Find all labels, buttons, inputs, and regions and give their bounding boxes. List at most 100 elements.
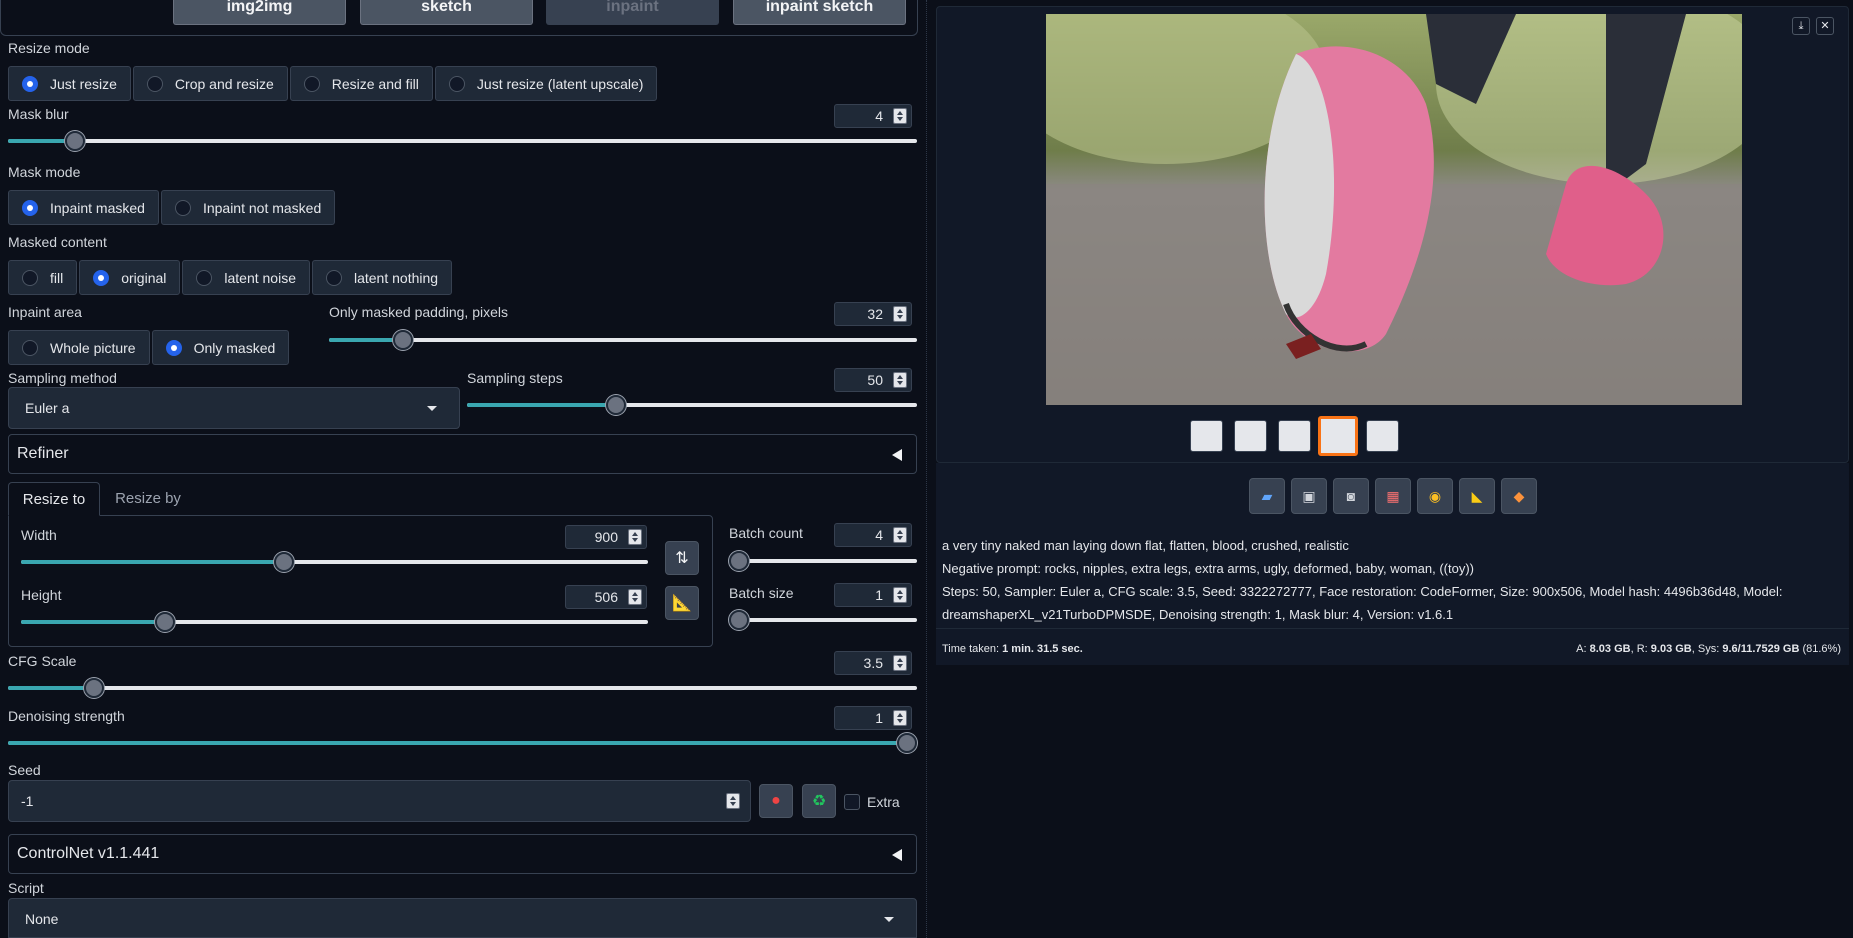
extra-checkbox[interactable] <box>844 794 860 810</box>
stepper-icon[interactable] <box>893 372 907 388</box>
open-folder-button[interactable]: ▰ <box>1249 478 1285 514</box>
zip-button[interactable]: ◙ <box>1333 478 1369 514</box>
stepper-icon[interactable] <box>628 529 642 545</box>
stepper-icon[interactable] <box>893 587 907 603</box>
save-button[interactable]: ▣ <box>1291 478 1327 514</box>
controlnet-accordion[interactable]: ControlNet v1.1.441 <box>8 834 917 874</box>
gallery-thumbnail-3[interactable] <box>1278 420 1311 452</box>
radio-latent-nothing[interactable]: latent nothing <box>311 260 453 295</box>
slider-thumb[interactable] <box>65 131 86 151</box>
refiner-accordion[interactable]: Refiner <box>8 434 917 474</box>
radio-fill[interactable]: fill <box>8 260 78 295</box>
stepper-icon[interactable] <box>893 108 907 124</box>
masked-content-label: Masked content <box>8 234 107 250</box>
inpaint-area-label: Inpaint area <box>8 304 82 320</box>
radio-whole-picture[interactable]: Whole picture <box>8 330 150 365</box>
batch-size-number[interactable]: 1 <box>834 583 912 607</box>
slider-thumb[interactable] <box>897 733 917 753</box>
width-number[interactable]: 900 <box>565 525 647 549</box>
mask-mode-radio-group: Inpaint masked Inpaint not masked <box>8 190 337 225</box>
radio-just-resize[interactable]: Just resize <box>8 66 131 101</box>
tab-resize-by[interactable]: Resize by <box>104 482 192 516</box>
tab-resize-to[interactable]: Resize to <box>8 482 100 516</box>
script-dropdown[interactable]: None <box>8 898 917 938</box>
gallery-thumbnail-5[interactable] <box>1366 420 1399 452</box>
radio-dot <box>174 199 191 216</box>
palette-icon: ◉ <box>1428 487 1442 504</box>
radio-original[interactable]: original <box>79 260 181 295</box>
gallery-thumbnail-1[interactable] <box>1190 420 1223 452</box>
close-icon[interactable]: ✕ <box>1816 17 1834 35</box>
gallery-thumbnail-4[interactable] <box>1318 416 1358 456</box>
aspect-ratio-button[interactable]: 📐 <box>665 586 699 620</box>
triangle-ruler-icon: ◣ <box>1471 487 1483 504</box>
send-to-inpaint-button[interactable]: ◉ <box>1417 478 1453 514</box>
radio-just-resize-latent[interactable]: Just resize (latent upscale) <box>434 66 658 101</box>
slider-thumb[interactable] <box>392 330 413 350</box>
radio-dot <box>303 75 320 92</box>
masked-padding-slider[interactable] <box>329 330 917 350</box>
radio-resize-and-fill[interactable]: Resize and fill <box>289 66 433 101</box>
sampling-steps-number[interactable]: 50 <box>834 368 912 392</box>
collapse-arrow-icon <box>892 449 902 461</box>
masked-content-radio-group: fill original latent noise latent nothin… <box>8 260 454 295</box>
stepper-icon[interactable] <box>893 655 907 671</box>
height-label: Height <box>21 587 62 603</box>
radio-dot <box>22 269 38 286</box>
stepper-icon[interactable] <box>893 306 907 322</box>
sampling-method-label: Sampling method <box>8 370 117 386</box>
img2img-mode-tabs: img2img sketch inpaint inpaint sketch <box>0 0 918 36</box>
cfg-scale-slider[interactable] <box>8 678 917 698</box>
tab-sketch[interactable]: sketch <box>360 0 533 25</box>
slider-thumb[interactable] <box>729 610 749 630</box>
slider-thumb[interactable] <box>729 551 749 571</box>
swap-dimensions-button[interactable]: ⇅ <box>665 541 699 575</box>
radio-crop-and-resize[interactable]: Crop and resize <box>132 66 288 101</box>
batch-count-slider[interactable] <box>729 551 917 571</box>
output-image[interactable] <box>1046 14 1742 405</box>
stepper-icon[interactable] <box>893 527 907 543</box>
radio-inpaint-not-masked[interactable]: Inpaint not masked <box>160 190 336 225</box>
radio-latent-noise[interactable]: latent noise <box>182 260 310 295</box>
masked-padding-number[interactable]: 32 <box>834 302 912 326</box>
radio-dot <box>22 339 38 356</box>
swap-arrows-icon: ⇅ <box>675 550 689 567</box>
width-slider[interactable] <box>21 552 648 572</box>
denoising-strength-label: Denoising strength <box>8 708 125 724</box>
tab-inpaint-sketch[interactable]: inpaint sketch <box>733 0 906 25</box>
slider-thumb[interactable] <box>84 678 105 698</box>
batch-size-slider[interactable] <box>729 610 917 630</box>
send-to-controlnet-button[interactable]: ◆ <box>1501 478 1537 514</box>
fish-icon: ◆ <box>1513 487 1525 504</box>
stepper-icon[interactable] <box>628 589 642 605</box>
radio-only-masked[interactable]: Only masked <box>151 330 290 365</box>
mask-blur-slider[interactable] <box>8 131 917 151</box>
random-seed-button[interactable]: ● <box>759 784 793 818</box>
batch-count-number[interactable]: 4 <box>834 523 912 547</box>
performance-info: Time taken: 1 min. 31.5 sec. A: 8.03 GB,… <box>936 628 1849 665</box>
stepper-icon[interactable] <box>893 710 907 726</box>
cfg-scale-number[interactable]: 3.5 <box>834 651 912 675</box>
height-slider[interactable] <box>21 612 648 632</box>
radio-inpaint-masked[interactable]: Inpaint masked <box>8 190 159 225</box>
sampling-method-dropdown[interactable]: Euler a <box>8 387 460 429</box>
mask-blur-number[interactable]: 4 <box>834 104 912 128</box>
sampling-steps-slider[interactable] <box>467 395 917 415</box>
radio-dot <box>196 269 213 286</box>
slider-thumb[interactable] <box>605 395 626 415</box>
height-number[interactable]: 506 <box>565 585 647 609</box>
stepper-icon[interactable] <box>726 793 740 809</box>
send-to-img2img-button[interactable]: ▦ <box>1375 478 1411 514</box>
denoising-strength-number[interactable]: 1 <box>834 706 912 730</box>
gallery-thumbnail-2[interactable] <box>1234 420 1267 452</box>
radio-dot <box>22 199 38 216</box>
tab-inpaint[interactable]: inpaint <box>546 0 719 25</box>
panel-divider[interactable] <box>926 0 927 938</box>
reuse-seed-button[interactable]: ♻ <box>802 784 836 818</box>
send-to-extras-button[interactable]: ◣ <box>1459 478 1495 514</box>
seed-input[interactable]: -1 <box>8 780 751 822</box>
tab-img2img[interactable]: img2img <box>173 0 346 25</box>
triangle-ruler-icon: 📐 <box>672 595 692 612</box>
download-icon[interactable]: ⤓ <box>1792 17 1810 35</box>
denoising-strength-slider[interactable] <box>8 733 917 753</box>
